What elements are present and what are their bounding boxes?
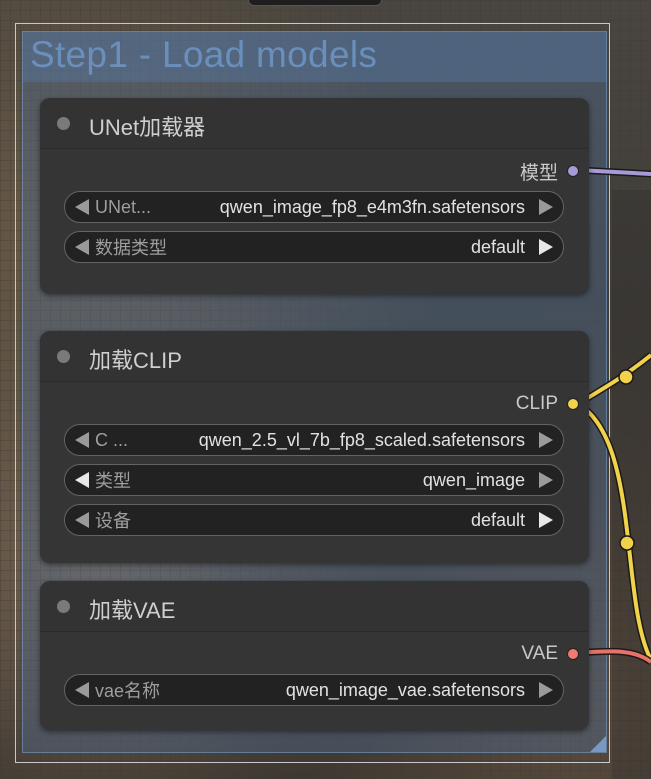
output-port-icon[interactable] xyxy=(567,648,579,660)
unet-name-combo[interactable]: UNet... qwen_image_fp8_e4m3fn.safetensor… xyxy=(64,191,564,223)
arrow-right-icon[interactable] xyxy=(539,432,553,448)
widget-value: qwen_image_fp8_e4m3fn.safetensors xyxy=(219,196,525,217)
clip-type-combo[interactable]: 类型 qwen_image xyxy=(64,464,564,496)
node-title: 加载VAE xyxy=(89,598,176,623)
output-label: CLIP xyxy=(515,393,558,414)
widget-value: qwen_image xyxy=(422,469,525,490)
clip-wire-midpoint-1 xyxy=(618,369,634,385)
widget-value: qwen_image_vae.safetensors xyxy=(285,679,525,700)
arrow-left-icon[interactable] xyxy=(75,199,89,215)
widget-value: default xyxy=(470,509,525,530)
node-load-vae[interactable]: 加载VAE VAE vae名称 qwen_image_vae.safetenso… xyxy=(40,581,589,730)
output-clip[interactable]: CLIP xyxy=(516,393,579,415)
weight-dtype-combo[interactable]: 数据类型 default xyxy=(64,231,564,263)
widget-value: qwen_2.5_vl_7b_fp8_scaled.safetensors xyxy=(198,429,525,450)
node-title: 加载CLIP xyxy=(89,348,182,373)
arrow-right-icon[interactable] xyxy=(539,682,553,698)
arrow-left-icon[interactable] xyxy=(75,432,89,448)
widget-label: C ... xyxy=(95,429,129,450)
output-vae[interactable]: VAE xyxy=(521,643,579,665)
widget-label: 设备 xyxy=(95,511,131,531)
arrow-right-icon[interactable] xyxy=(539,239,553,255)
arrow-right-icon[interactable] xyxy=(539,472,553,488)
collapse-dot-icon[interactable] xyxy=(57,350,70,363)
widget-label: 类型 xyxy=(95,471,131,491)
arrow-left-icon[interactable] xyxy=(75,512,89,528)
node-header[interactable]: 加载VAE xyxy=(40,581,589,632)
output-label: VAE xyxy=(521,643,558,664)
output-port-icon[interactable] xyxy=(567,165,579,177)
node-unet-loader[interactable]: UNet加载器 模型 UNet... qwen_image_fp8_e4m3fn… xyxy=(40,98,589,294)
output-model[interactable]: 模型 xyxy=(519,160,579,184)
arrow-right-icon[interactable] xyxy=(539,199,553,215)
node-title: UNet加载器 xyxy=(89,115,206,140)
widget-label: vae名称 xyxy=(95,681,161,701)
node-header[interactable]: UNet加载器 xyxy=(40,98,589,149)
clip-wire-midpoint-2 xyxy=(619,535,635,551)
arrow-left-icon[interactable] xyxy=(75,682,89,698)
collapse-dot-icon[interactable] xyxy=(57,117,70,130)
clip-name-combo[interactable]: C ... qwen_2.5_vl_7b_fp8_scaled.safetens… xyxy=(64,424,564,456)
arrow-right-icon[interactable] xyxy=(539,512,553,528)
collapse-dot-icon[interactable] xyxy=(57,600,70,613)
arrow-left-icon[interactable] xyxy=(75,472,89,488)
output-label: 模型 xyxy=(519,162,558,184)
widget-label: 数据类型 xyxy=(95,238,167,258)
clip-device-combo[interactable]: 设备 default xyxy=(64,504,564,536)
output-port-icon[interactable] xyxy=(567,398,579,410)
node-header[interactable]: 加载CLIP xyxy=(40,331,589,382)
widget-label: UNet... xyxy=(95,196,152,217)
node-load-clip[interactable]: 加载CLIP CLIP C ... qwen_2.5_vl_7b_fp8_sca… xyxy=(40,331,589,563)
widget-value: default xyxy=(470,236,525,257)
arrow-left-icon[interactable] xyxy=(75,239,89,255)
vae-name-combo[interactable]: vae名称 qwen_image_vae.safetensors xyxy=(64,674,564,706)
